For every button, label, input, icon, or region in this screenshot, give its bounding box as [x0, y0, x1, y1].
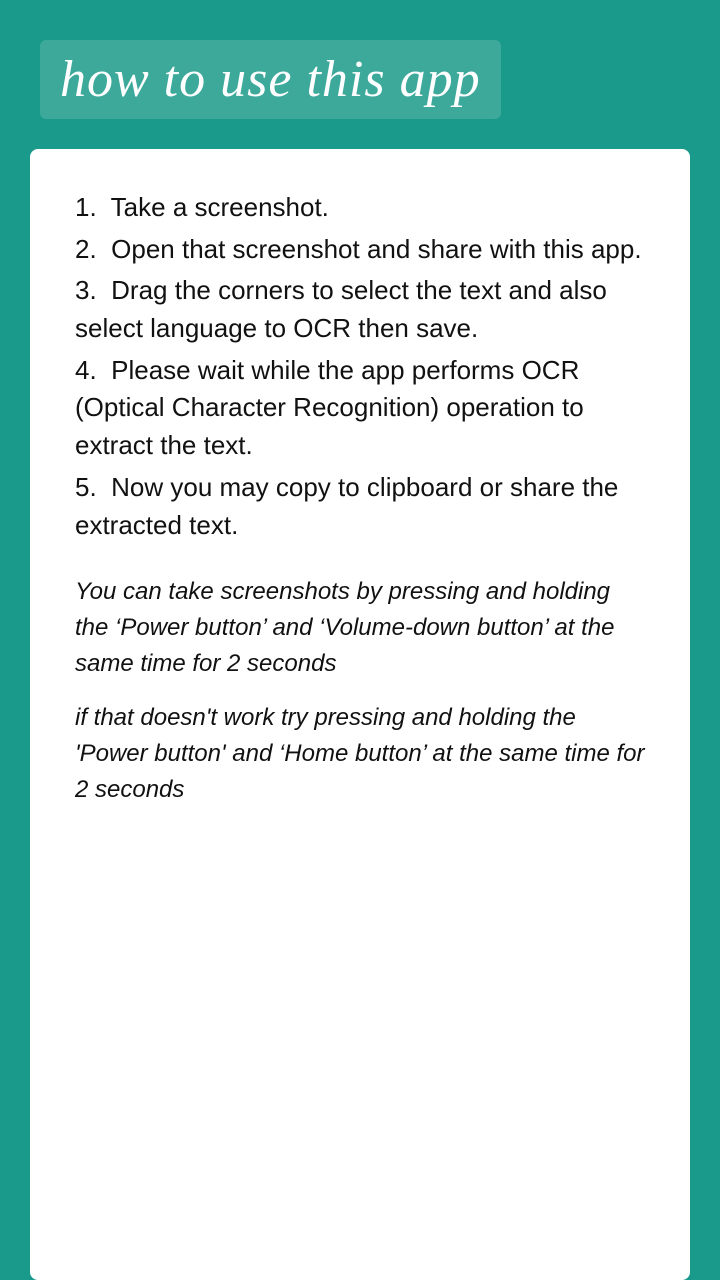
step-1-number: 1. [75, 192, 111, 222]
step-5-text: Now you may copy to clipboard or share t… [75, 472, 618, 540]
step-3: 3. Drag the corners to select the text a… [75, 272, 645, 347]
step-4: 4. Please wait while the app performs OC… [75, 352, 645, 465]
content-card: 1. Take a screenshot. 2. Open that scree… [30, 149, 690, 1280]
tip-line2: if that doesn't work try pressing and ho… [75, 704, 644, 803]
step-2-text: Open that screenshot and share with this… [111, 234, 641, 264]
step-5: 5. Now you may copy to clipboard or shar… [75, 469, 645, 544]
step-2: 2. Open that screenshot and share with t… [75, 231, 645, 269]
steps-list: 1. Take a screenshot. 2. Open that scree… [75, 189, 645, 544]
step-4-number: 4. [75, 355, 111, 385]
header: how to use this app [0, 0, 720, 149]
step-5-number: 5. [75, 472, 111, 502]
step-1-text: Take a screenshot. [111, 192, 329, 222]
step-3-text: Drag the corners to select the text and … [75, 275, 607, 343]
step-1: 1. Take a screenshot. [75, 189, 645, 227]
step-3-number: 3. [75, 275, 111, 305]
step-2-number: 2. [75, 234, 111, 264]
title-box: how to use this app [40, 40, 501, 119]
tip-section: You can take screenshots by pressing and… [75, 574, 645, 808]
tip-divider [75, 682, 645, 700]
step-4-text: Please wait while the app performs OCR (… [75, 355, 584, 460]
tip-line1: You can take screenshots by pressing and… [75, 578, 614, 677]
page-title: how to use this app [60, 51, 481, 108]
